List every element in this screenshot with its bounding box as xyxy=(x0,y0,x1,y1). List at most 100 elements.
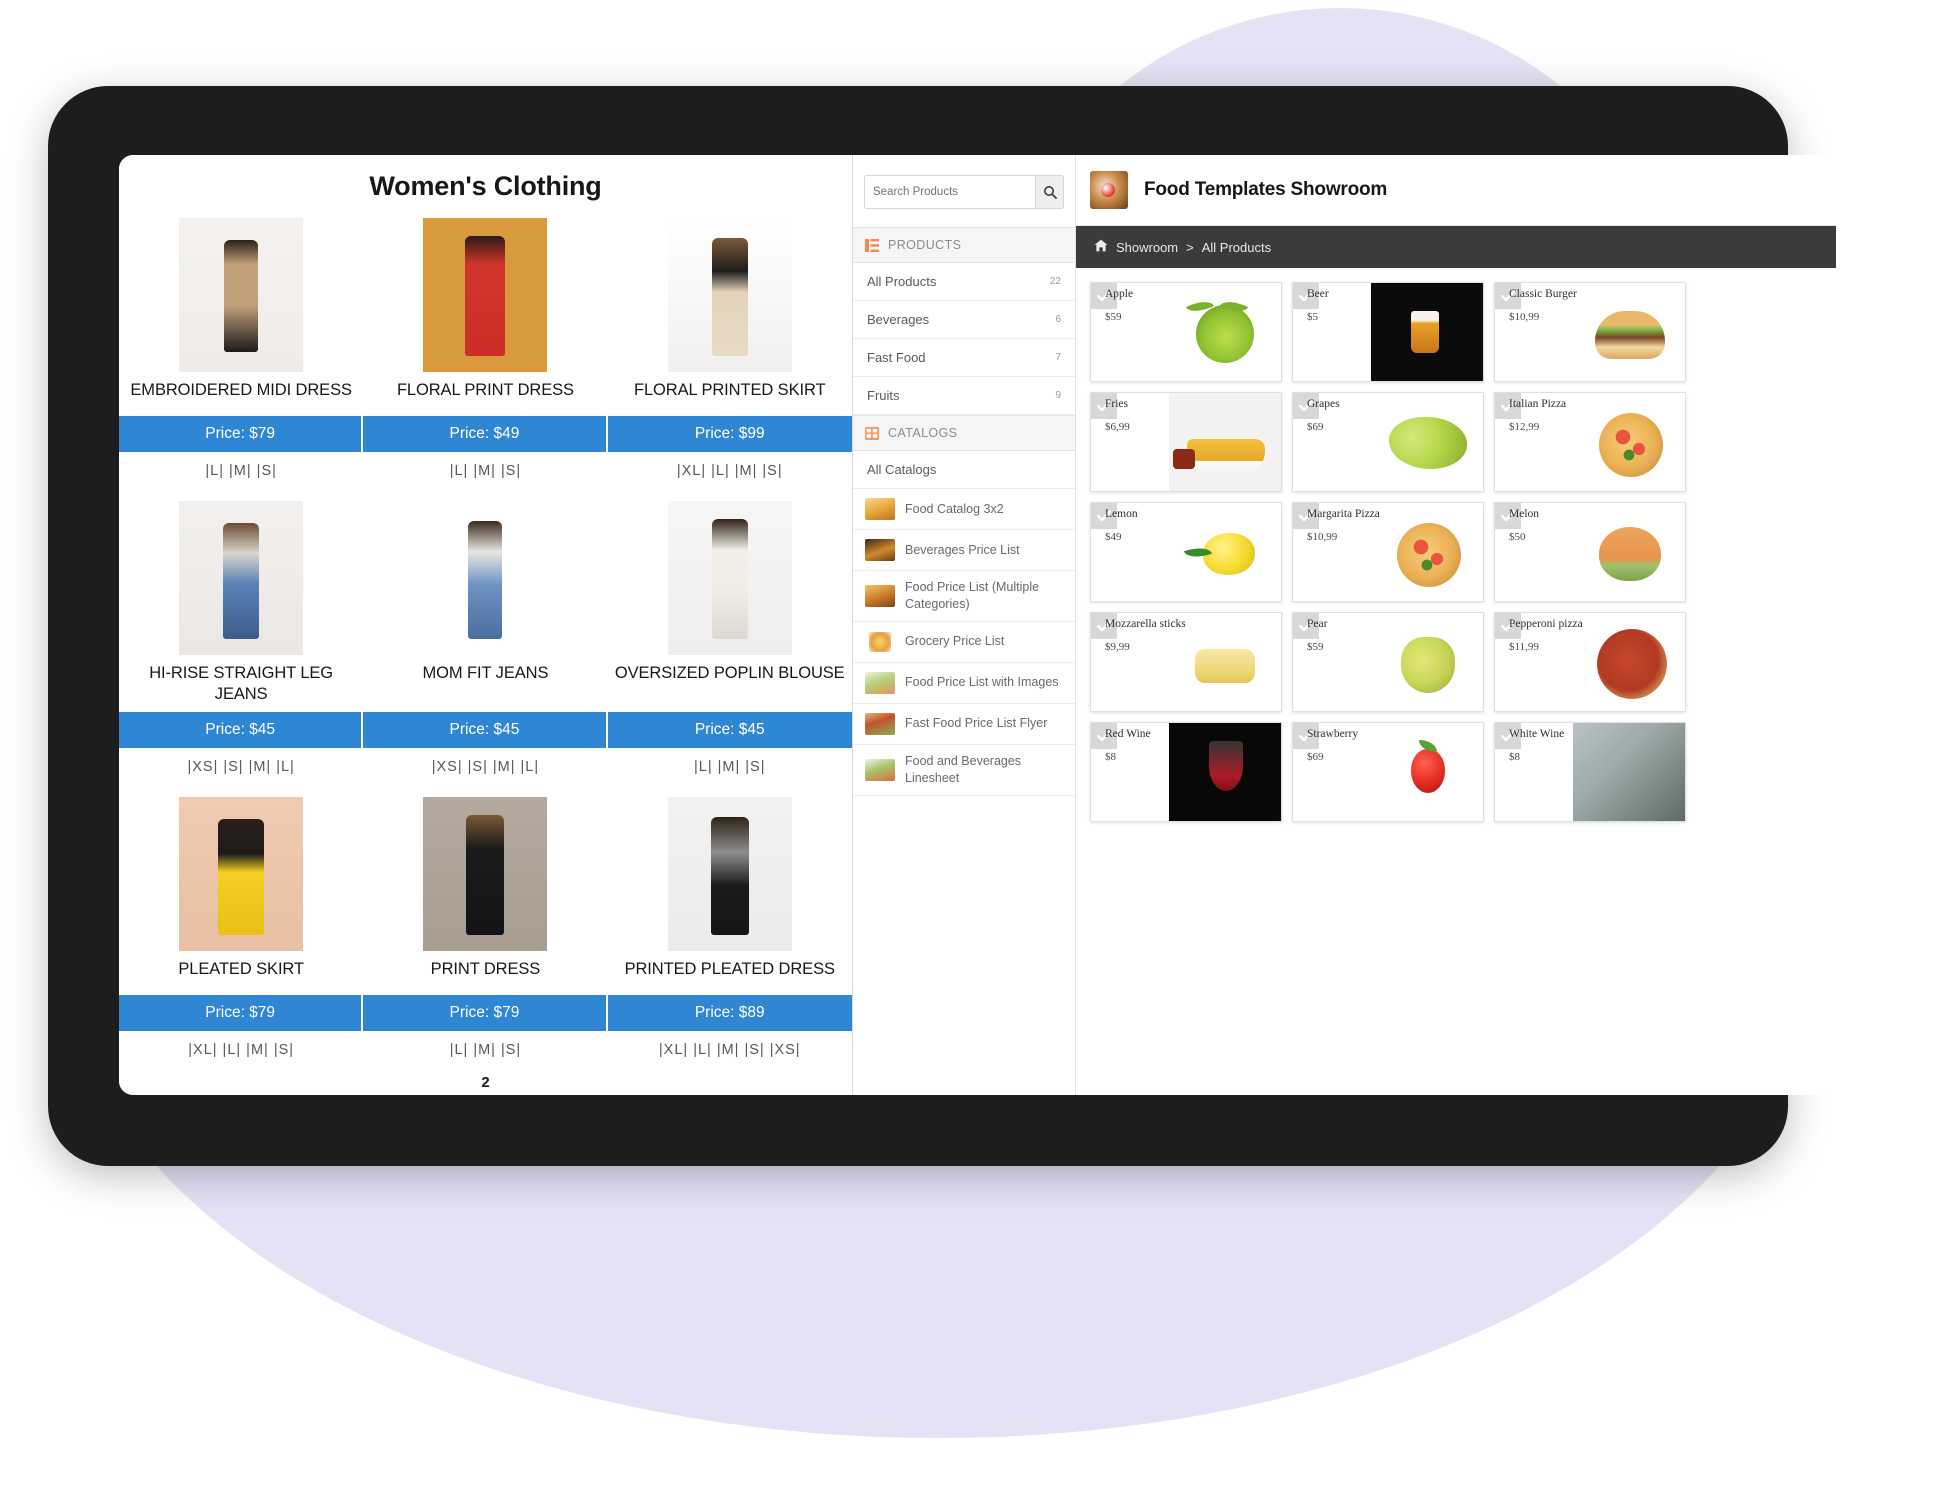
catalog-product-photo xyxy=(363,787,607,952)
nav-item-label: All Products xyxy=(867,274,937,289)
catalog-item-label: Food Catalog 3x2 xyxy=(905,501,1004,516)
search-input[interactable] xyxy=(865,176,1035,208)
nav-item-label: Fruits xyxy=(867,388,900,403)
search-icon[interactable] xyxy=(1035,176,1063,208)
catalog-price-badge: Price: $79 xyxy=(363,995,608,1032)
showroom-product-card[interactable]: Melon $50 xyxy=(1494,502,1686,602)
catalog-product-name: EMBROIDERED MIDI DRESS xyxy=(130,381,352,399)
catalog-product-name: FLORAL PRINTED SKIRT xyxy=(634,381,826,399)
catalog-product-name: PRINT DRESS xyxy=(430,960,541,979)
nav-item-all-catalogs-label: All Catalogs xyxy=(867,462,937,477)
section-header-catalogs-label: CATALOGS xyxy=(888,426,958,440)
catalog-item-beverages-price-list[interactable]: Beverages Price List xyxy=(853,530,1075,571)
catalog-price-badge: Price: $79 xyxy=(119,995,364,1032)
product-name: Melon xyxy=(1509,508,1540,520)
showroom-product-card[interactable]: Italian Pizza $12,99 xyxy=(1494,392,1686,492)
showroom-product-card[interactable]: Strawberry $69 xyxy=(1292,722,1484,822)
breadcrumb-item-showroom[interactable]: Showroom xyxy=(1116,240,1178,255)
nav-item-fruits[interactable]: Fruits 9 xyxy=(853,377,1075,415)
nav-item-count: 22 xyxy=(1049,276,1061,287)
catalog-product-cell[interactable]: PRINT DRESS xyxy=(363,787,607,995)
catalog-product-cell[interactable]: HI-RISE STRAIGHT LEG JEANS xyxy=(119,491,363,712)
catalog-product-photo xyxy=(119,208,363,372)
nav-item-all-products[interactable]: All Products 22 xyxy=(853,263,1075,301)
product-image-apple xyxy=(1169,283,1281,381)
showroom-product-card[interactable]: Pepperoni pizza $11,99 xyxy=(1494,612,1686,712)
section-header-products-label: PRODUCTS xyxy=(888,238,962,252)
product-price: $49 xyxy=(1105,531,1122,543)
product-image-pear xyxy=(1371,613,1483,711)
product-price: $50 xyxy=(1509,531,1526,543)
catalog-item-food-price-list-multiple-categories[interactable]: Food Price List (Multiple Categories) xyxy=(853,571,1075,622)
catalog-product-cell[interactable]: FLORAL PRINT DRESS xyxy=(363,208,607,416)
catalog-product-cell[interactable]: PLEATED SKIRT xyxy=(119,787,363,995)
showroom-product-card[interactable]: Beer $5 xyxy=(1292,282,1484,382)
catalog-product-cell[interactable]: PRINTED PLEATED DRESS xyxy=(608,787,852,995)
catalog-price-badge: Price: $99 xyxy=(607,416,852,452)
catalog-product-photo xyxy=(608,208,852,372)
product-price: $6,99 xyxy=(1105,421,1130,433)
showroom-product-card[interactable]: Lemon $49 xyxy=(1090,502,1282,602)
showroom-product-card[interactable]: Grapes $69 xyxy=(1292,392,1484,492)
catalog-product-row: HI-RISE STRAIGHT LEG JEANS MOM FIT JEANS O… xyxy=(119,491,852,712)
showroom-panel: Food Templates Showroom Showroom > All P… xyxy=(1076,155,1836,1095)
catalog-product-photo xyxy=(363,208,607,372)
catalog-thumbnail-icon xyxy=(865,584,895,607)
catalog-item-food-catalog-3x2[interactable]: Food Catalog 3x2 xyxy=(853,489,1075,530)
product-image-margarita-pizza xyxy=(1371,503,1483,601)
product-price: $69 xyxy=(1307,421,1324,433)
catalog-item-food-and-beverages-linesheet[interactable]: Food and Beverages Linesheet xyxy=(853,745,1075,796)
grid-icon xyxy=(865,426,879,440)
catalog-item-grocery-price-list[interactable]: Grocery Price List xyxy=(853,622,1075,663)
catalog-item-label: Food Price List (Multiple Categories) xyxy=(905,580,1040,611)
catalog-item-fast-food-price-list-flyer[interactable]: Fast Food Price List Flyer xyxy=(853,704,1075,745)
product-image-strawberry xyxy=(1371,723,1483,821)
nav-item-all-catalogs[interactable]: All Catalogs xyxy=(853,451,1075,489)
showroom-product-card[interactable]: Margarita Pizza $10,99 xyxy=(1292,502,1484,602)
product-price: $11,99 xyxy=(1509,641,1539,653)
catalog-product-cell[interactable]: FLORAL PRINTED SKIRT xyxy=(608,208,852,416)
product-name: Lemon xyxy=(1105,508,1138,520)
showroom-product-card[interactable]: Classic Burger $10,99 xyxy=(1494,282,1686,382)
products-nav-panel: PRODUCTS All Products 22 Beverages 6 Fast Fo… xyxy=(853,155,1076,1095)
catalog-product-name: OVERSIZED POPLIN BLOUSE xyxy=(614,664,845,682)
nav-item-beverages[interactable]: Beverages 6 xyxy=(853,301,1075,339)
catalog-thumbnail-icon xyxy=(865,671,895,694)
showroom-product-card[interactable]: Fries $6,99 xyxy=(1090,392,1282,492)
catalog-size-list: |L| |M| |S| xyxy=(694,759,766,776)
home-icon[interactable] xyxy=(1094,239,1108,255)
showroom-product-card[interactable]: Apple $59 xyxy=(1090,282,1282,382)
product-category-list: All Products 22 Beverages 6 Fast Food 7 Fruits… xyxy=(853,263,1075,415)
catalog-thumbnail-icon xyxy=(865,498,895,520)
product-price: $10,99 xyxy=(1307,531,1338,543)
showroom-product-card[interactable]: Pear $59 xyxy=(1292,612,1484,712)
catalog-size-list: |XL| |L| |M| |S| |XS| xyxy=(658,1042,801,1059)
product-name: Classic Burger xyxy=(1509,288,1577,300)
catalog-size-list: |XL| |L| |M| |S| xyxy=(188,1042,295,1059)
catalog-list: Food Catalog 3x2 Beverages Price List Food… xyxy=(853,489,1075,796)
search-box[interactable] xyxy=(864,175,1064,209)
catalog-product-cell[interactable]: MOM FIT JEANS xyxy=(363,491,607,712)
catalog-page-number: 2 xyxy=(481,1074,490,1092)
catalog-product-cell[interactable]: OVERSIZED POPLIN BLOUSE xyxy=(608,491,852,712)
catalog-item-label: Beverages Price List xyxy=(905,542,1020,557)
product-name: Pear xyxy=(1307,618,1328,630)
catalog-size-row: |XS| |S| |M| |L| |XS| |S| |M| |L| |L| |M| … xyxy=(119,748,852,787)
showroom-title: Food Templates Showroom xyxy=(1144,179,1388,200)
showroom-product-card[interactable]: White Wine $8 xyxy=(1494,722,1686,822)
breadcrumb-item-all-products[interactable]: All Products xyxy=(1202,240,1271,255)
catalog-product-photo xyxy=(608,787,852,952)
catalog-product-cell[interactable]: EMBROIDERED MIDI DRESS xyxy=(119,208,363,416)
product-price: $12,99 xyxy=(1509,421,1540,433)
nav-item-count: 9 xyxy=(1055,390,1061,401)
catalog-price-badge: Price: $45 xyxy=(363,712,608,749)
showroom-product-card[interactable]: Mozzarella sticks $9,99 xyxy=(1090,612,1282,712)
catalog-size-list: |L| |M| |S| xyxy=(449,463,522,479)
catalog-item-food-price-list-with-images[interactable]: Food Price List with Images xyxy=(853,663,1075,704)
catalog-size-list: |XS| |S| |M| |L| xyxy=(431,759,540,776)
catalog-thumbnail-icon xyxy=(865,539,895,561)
showroom-product-card[interactable]: Red Wine $8 xyxy=(1090,722,1282,822)
product-name: Strawberry xyxy=(1307,728,1359,740)
section-header-catalogs: CATALOGS xyxy=(853,415,1075,451)
nav-item-fast-food[interactable]: Fast Food 7 xyxy=(853,339,1075,377)
